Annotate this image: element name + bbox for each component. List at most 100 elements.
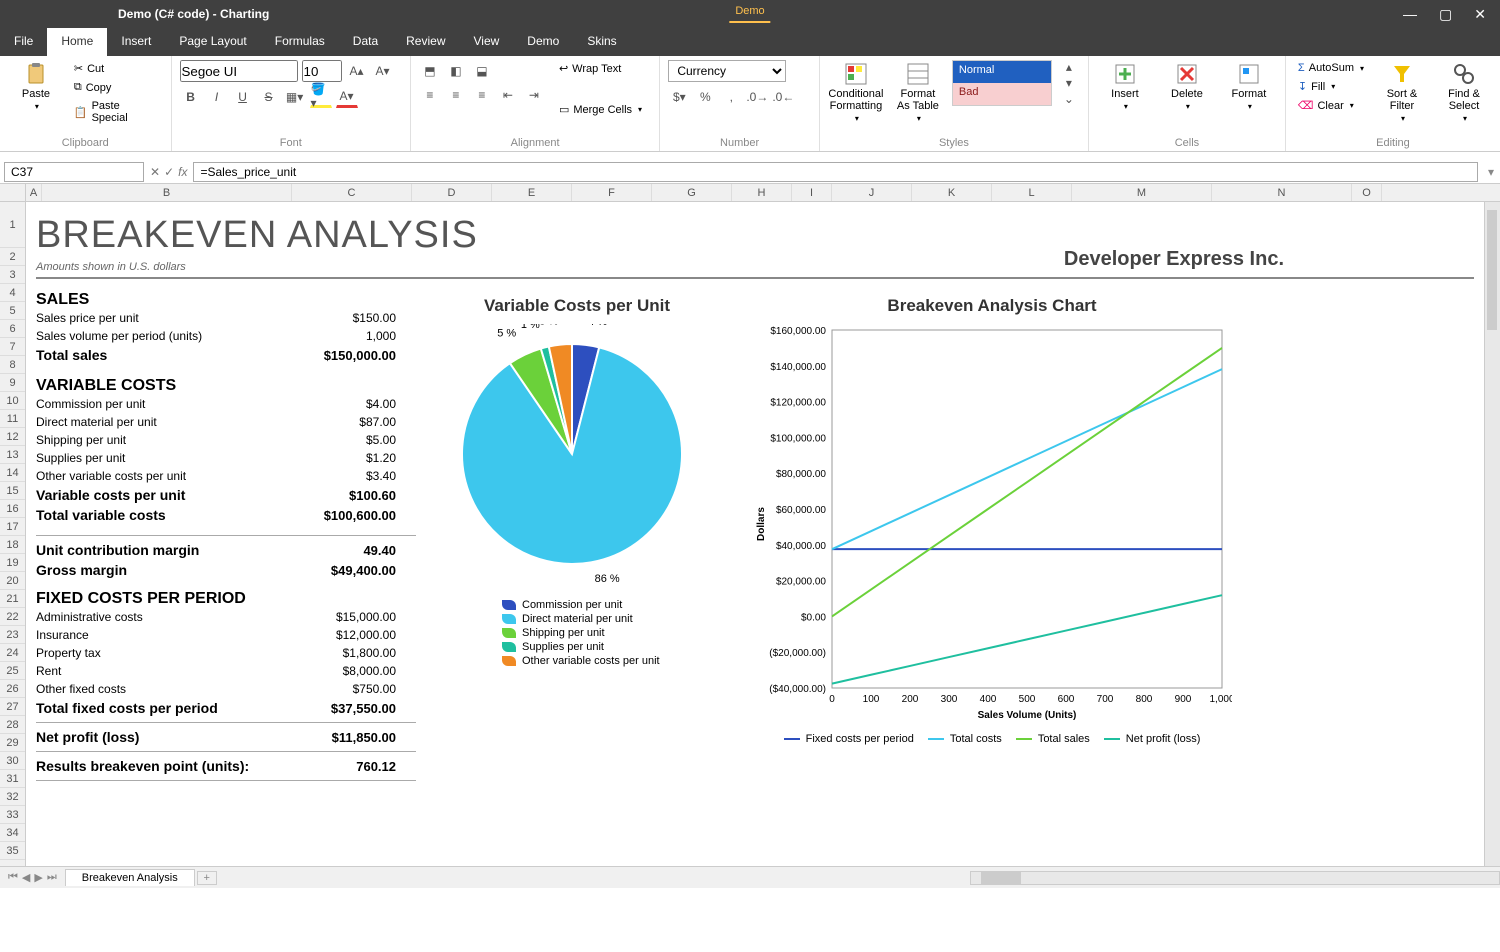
minimize-icon[interactable]: — [1403, 6, 1417, 23]
increase-indent-icon[interactable]: ⇥ [523, 84, 545, 106]
decrease-decimal-icon[interactable]: .0← [772, 86, 794, 108]
style-bad[interactable]: Bad [953, 83, 1051, 105]
style-normal[interactable]: Normal [953, 61, 1051, 83]
row-header[interactable]: 4 [0, 284, 25, 302]
format-as-table-button[interactable]: Format As Table▾ [890, 60, 946, 125]
select-all-corner[interactable] [0, 184, 26, 201]
borders-icon[interactable]: ▦▾ [284, 86, 306, 108]
conditional-formatting-button[interactable]: Conditional Formatting▾ [828, 60, 884, 125]
row-header[interactable]: 23 [0, 626, 25, 644]
autosum-button[interactable]: ΣAutoSum▾ [1294, 60, 1368, 76]
row-header[interactable]: 32 [0, 788, 25, 806]
delete-cells-button[interactable]: Delete▾ [1159, 60, 1215, 113]
col-header[interactable]: G [652, 184, 732, 201]
enter-formula-icon[interactable]: ✓ [164, 165, 174, 179]
tab-review[interactable]: Review [392, 28, 459, 56]
row-header[interactable]: 3 [0, 266, 25, 284]
col-header[interactable]: K [912, 184, 992, 201]
tab-skins[interactable]: Skins [573, 28, 630, 56]
number-format-combo[interactable]: Currency [668, 60, 786, 82]
cell-styles-gallery[interactable]: Normal Bad [952, 60, 1052, 106]
row-header[interactable]: 20 [0, 572, 25, 590]
styles-scroll-down-icon[interactable]: ▾ [1058, 76, 1080, 90]
line-chart[interactable]: Breakeven Analysis Chart $160,000.00$140… [752, 296, 1232, 747]
row-header[interactable]: 22 [0, 608, 25, 626]
col-header[interactable]: F [572, 184, 652, 201]
row-header[interactable]: 28 [0, 716, 25, 734]
styles-scroll-up-icon[interactable]: ▴ [1058, 60, 1080, 74]
row-header[interactable]: 8 [0, 356, 25, 374]
row-header[interactable]: 2 [0, 248, 25, 266]
add-sheet-button[interactable]: + [197, 871, 217, 885]
tab-insert[interactable]: Insert [107, 28, 165, 56]
worksheet-content[interactable]: BREAKEVEN ANALYSIS Developer Express Inc… [26, 202, 1484, 866]
insert-cells-button[interactable]: Insert▾ [1097, 60, 1153, 113]
percent-icon[interactable]: % [694, 86, 716, 108]
row-header[interactable]: 6 [0, 320, 25, 338]
tab-view[interactable]: View [460, 28, 514, 56]
align-top-icon[interactable]: ⬒ [419, 60, 441, 82]
horizontal-scrollbar[interactable] [970, 871, 1500, 885]
tab-page-layout[interactable]: Page Layout [165, 28, 260, 56]
row-header[interactable]: 14 [0, 464, 25, 482]
comma-icon[interactable]: , [720, 86, 742, 108]
format-cells-button[interactable]: Format▾ [1221, 60, 1277, 113]
font-size-combo[interactable] [302, 60, 342, 82]
maximize-icon[interactable]: ▢ [1439, 6, 1452, 23]
pie-chart[interactable]: Variable Costs per Unit 4 %86 %5 %1 %3 %… [422, 296, 732, 747]
bold-icon[interactable]: B [180, 86, 202, 108]
row-header[interactable]: 29 [0, 734, 25, 752]
col-header[interactable]: M [1072, 184, 1212, 201]
row-header[interactable]: 15 [0, 482, 25, 500]
row-header[interactable]: 16 [0, 500, 25, 518]
row-header[interactable]: 27 [0, 698, 25, 716]
row-header[interactable]: 18 [0, 536, 25, 554]
find-select-button[interactable]: Find & Select▾ [1436, 60, 1492, 125]
clear-button[interactable]: ⌫Clear▾ [1294, 97, 1368, 114]
col-header[interactable]: H [732, 184, 792, 201]
col-header[interactable]: B [42, 184, 292, 201]
formula-input[interactable] [193, 162, 1478, 182]
font-name-combo[interactable] [180, 60, 298, 82]
first-sheet-icon[interactable]: ⏮ [8, 871, 18, 884]
copy-button[interactable]: ⧉Copy [70, 79, 163, 96]
row-header[interactable]: 25 [0, 662, 25, 680]
row-header[interactable]: 1 [0, 202, 25, 248]
accounting-icon[interactable]: $▾ [668, 86, 690, 108]
row-header[interactable]: 9 [0, 374, 25, 392]
align-center-icon[interactable]: ≡ [445, 84, 467, 106]
row-header[interactable]: 26 [0, 680, 25, 698]
col-header[interactable]: O [1352, 184, 1382, 201]
fill-color-icon[interactable]: 🪣▾ [310, 86, 332, 108]
col-header[interactable]: N [1212, 184, 1352, 201]
tab-data[interactable]: Data [339, 28, 392, 56]
increase-decimal-icon[interactable]: .0→ [746, 86, 768, 108]
italic-icon[interactable]: I [206, 86, 228, 108]
next-sheet-icon[interactable]: ▶ [34, 871, 42, 884]
row-header[interactable]: 5 [0, 302, 25, 320]
row-header[interactable]: 31 [0, 770, 25, 788]
row-header[interactable]: 30 [0, 752, 25, 770]
font-color-icon[interactable]: A▾ [336, 86, 358, 108]
align-middle-icon[interactable]: ◧ [445, 60, 467, 82]
col-header[interactable]: L [992, 184, 1072, 201]
row-header[interactable]: 24 [0, 644, 25, 662]
row-header[interactable]: 19 [0, 554, 25, 572]
cut-button[interactable]: ✂Cut [70, 60, 163, 77]
fx-icon[interactable]: fx [178, 165, 187, 179]
col-header[interactable]: A [26, 184, 42, 201]
col-header[interactable]: C [292, 184, 412, 201]
prev-sheet-icon[interactable]: ◀ [22, 871, 30, 884]
name-box[interactable] [4, 162, 144, 182]
row-header[interactable]: 7 [0, 338, 25, 356]
tab-formulas[interactable]: Formulas [261, 28, 339, 56]
vertical-scrollbar[interactable] [1484, 202, 1500, 866]
fill-button[interactable]: ↧Fill▾ [1294, 78, 1368, 95]
row-header[interactable]: 10 [0, 392, 25, 410]
underline-icon[interactable]: U [232, 86, 254, 108]
decrease-indent-icon[interactable]: ⇤ [497, 84, 519, 106]
contextual-tab-demo[interactable]: Demo [729, 5, 770, 23]
tab-demo[interactable]: Demo [513, 28, 573, 56]
col-header[interactable]: I [792, 184, 832, 201]
cancel-formula-icon[interactable]: ✕ [150, 165, 160, 179]
